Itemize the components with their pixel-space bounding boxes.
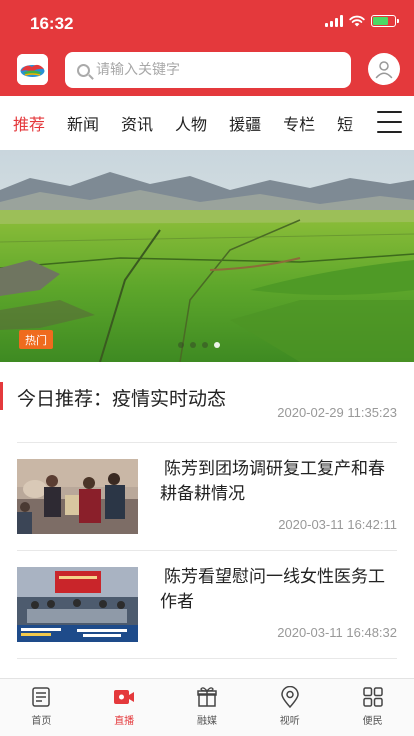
news-item[interactable]: 陈芳看望慰问一线女性医务工作者 2020-03-11 16:48:32 xyxy=(0,551,414,659)
user-icon xyxy=(375,61,393,79)
news-thumbnail xyxy=(17,459,138,534)
search-icon xyxy=(77,63,90,77)
user-avatar-button[interactable] xyxy=(368,53,400,85)
nav-audiovisual[interactable]: 视听 xyxy=(248,679,331,736)
featured-headline[interactable]: 今日推荐：疫情实时动态 2020-02-29 11:35:23 xyxy=(0,362,414,442)
news-title: 陈芳看望慰问一线女性医务工作者 xyxy=(160,567,385,612)
tab-xinjiang-aid[interactable]: 援疆 xyxy=(229,111,261,135)
nav-label: 融媒 xyxy=(196,716,217,727)
nav-label: 便民 xyxy=(362,716,383,727)
hero-banner-image[interactable] xyxy=(0,150,414,362)
tab-information[interactable]: 资讯 xyxy=(121,111,153,135)
divider xyxy=(17,658,397,659)
featured-title: 今日推荐：疫情实时动态 xyxy=(17,388,227,410)
news-thumbnail xyxy=(17,567,138,642)
gift-box-icon xyxy=(194,685,220,709)
bottom-nav: 首页 直播 融媒 视听 便民 xyxy=(0,678,414,736)
nav-label: 视听 xyxy=(279,716,300,727)
app-logo-icon[interactable] xyxy=(17,54,48,85)
app-header: 16:32 xyxy=(0,0,414,96)
nav-services[interactable]: 便民 xyxy=(331,679,414,736)
carousel-dots xyxy=(178,342,220,348)
cellular-signal-icon xyxy=(325,15,343,27)
carousel-dot[interactable] xyxy=(190,342,196,348)
location-pin-icon xyxy=(277,685,303,709)
tabs-fade-overlay xyxy=(346,96,380,150)
nav-label: 直播 xyxy=(114,716,135,727)
tab-columns[interactable]: 专栏 xyxy=(283,111,315,135)
nav-live[interactable]: 直播 xyxy=(83,679,166,736)
status-icons xyxy=(325,15,399,27)
search-box[interactable] xyxy=(65,52,351,88)
nav-label: 首页 xyxy=(31,716,52,727)
carousel-dot[interactable] xyxy=(202,342,208,348)
search-input[interactable] xyxy=(96,62,336,78)
live-camera-icon xyxy=(111,685,137,709)
hot-badge: 热门 xyxy=(19,330,53,349)
nav-home[interactable]: 首页 xyxy=(0,679,83,736)
carousel-dot[interactable] xyxy=(178,342,184,348)
tab-menu-icon[interactable] xyxy=(377,111,402,133)
news-item[interactable]: 陈芳到团场调研复工复产和春耕备耕情况 2020-03-11 16:42:11 xyxy=(0,443,414,551)
grid-icon xyxy=(360,685,386,709)
news-timestamp: 2020-03-11 16:48:32 xyxy=(277,625,397,640)
news-title: 陈芳到团场调研复工复产和春耕备耕情况 xyxy=(160,459,385,504)
tab-news[interactable]: 新闻 xyxy=(67,111,99,135)
news-timestamp: 2020-03-11 16:42:11 xyxy=(278,517,397,532)
tab-people[interactable]: 人物 xyxy=(175,111,207,135)
wifi-icon xyxy=(349,15,365,27)
nav-media[interactable]: 融媒 xyxy=(166,679,249,736)
battery-icon xyxy=(371,15,399,27)
featured-accent-bar xyxy=(0,382,3,410)
home-document-icon xyxy=(28,685,54,709)
category-tabs: 推荐 新闻 资讯 人物 援疆 专栏 短 xyxy=(0,96,414,150)
status-bar: 16:32 xyxy=(0,0,414,46)
carousel-dot-active[interactable] xyxy=(214,342,220,348)
featured-timestamp: 2020-02-29 11:35:23 xyxy=(277,405,397,420)
tab-recommend[interactable]: 推荐 xyxy=(13,111,45,135)
status-time: 16:32 xyxy=(30,14,74,33)
